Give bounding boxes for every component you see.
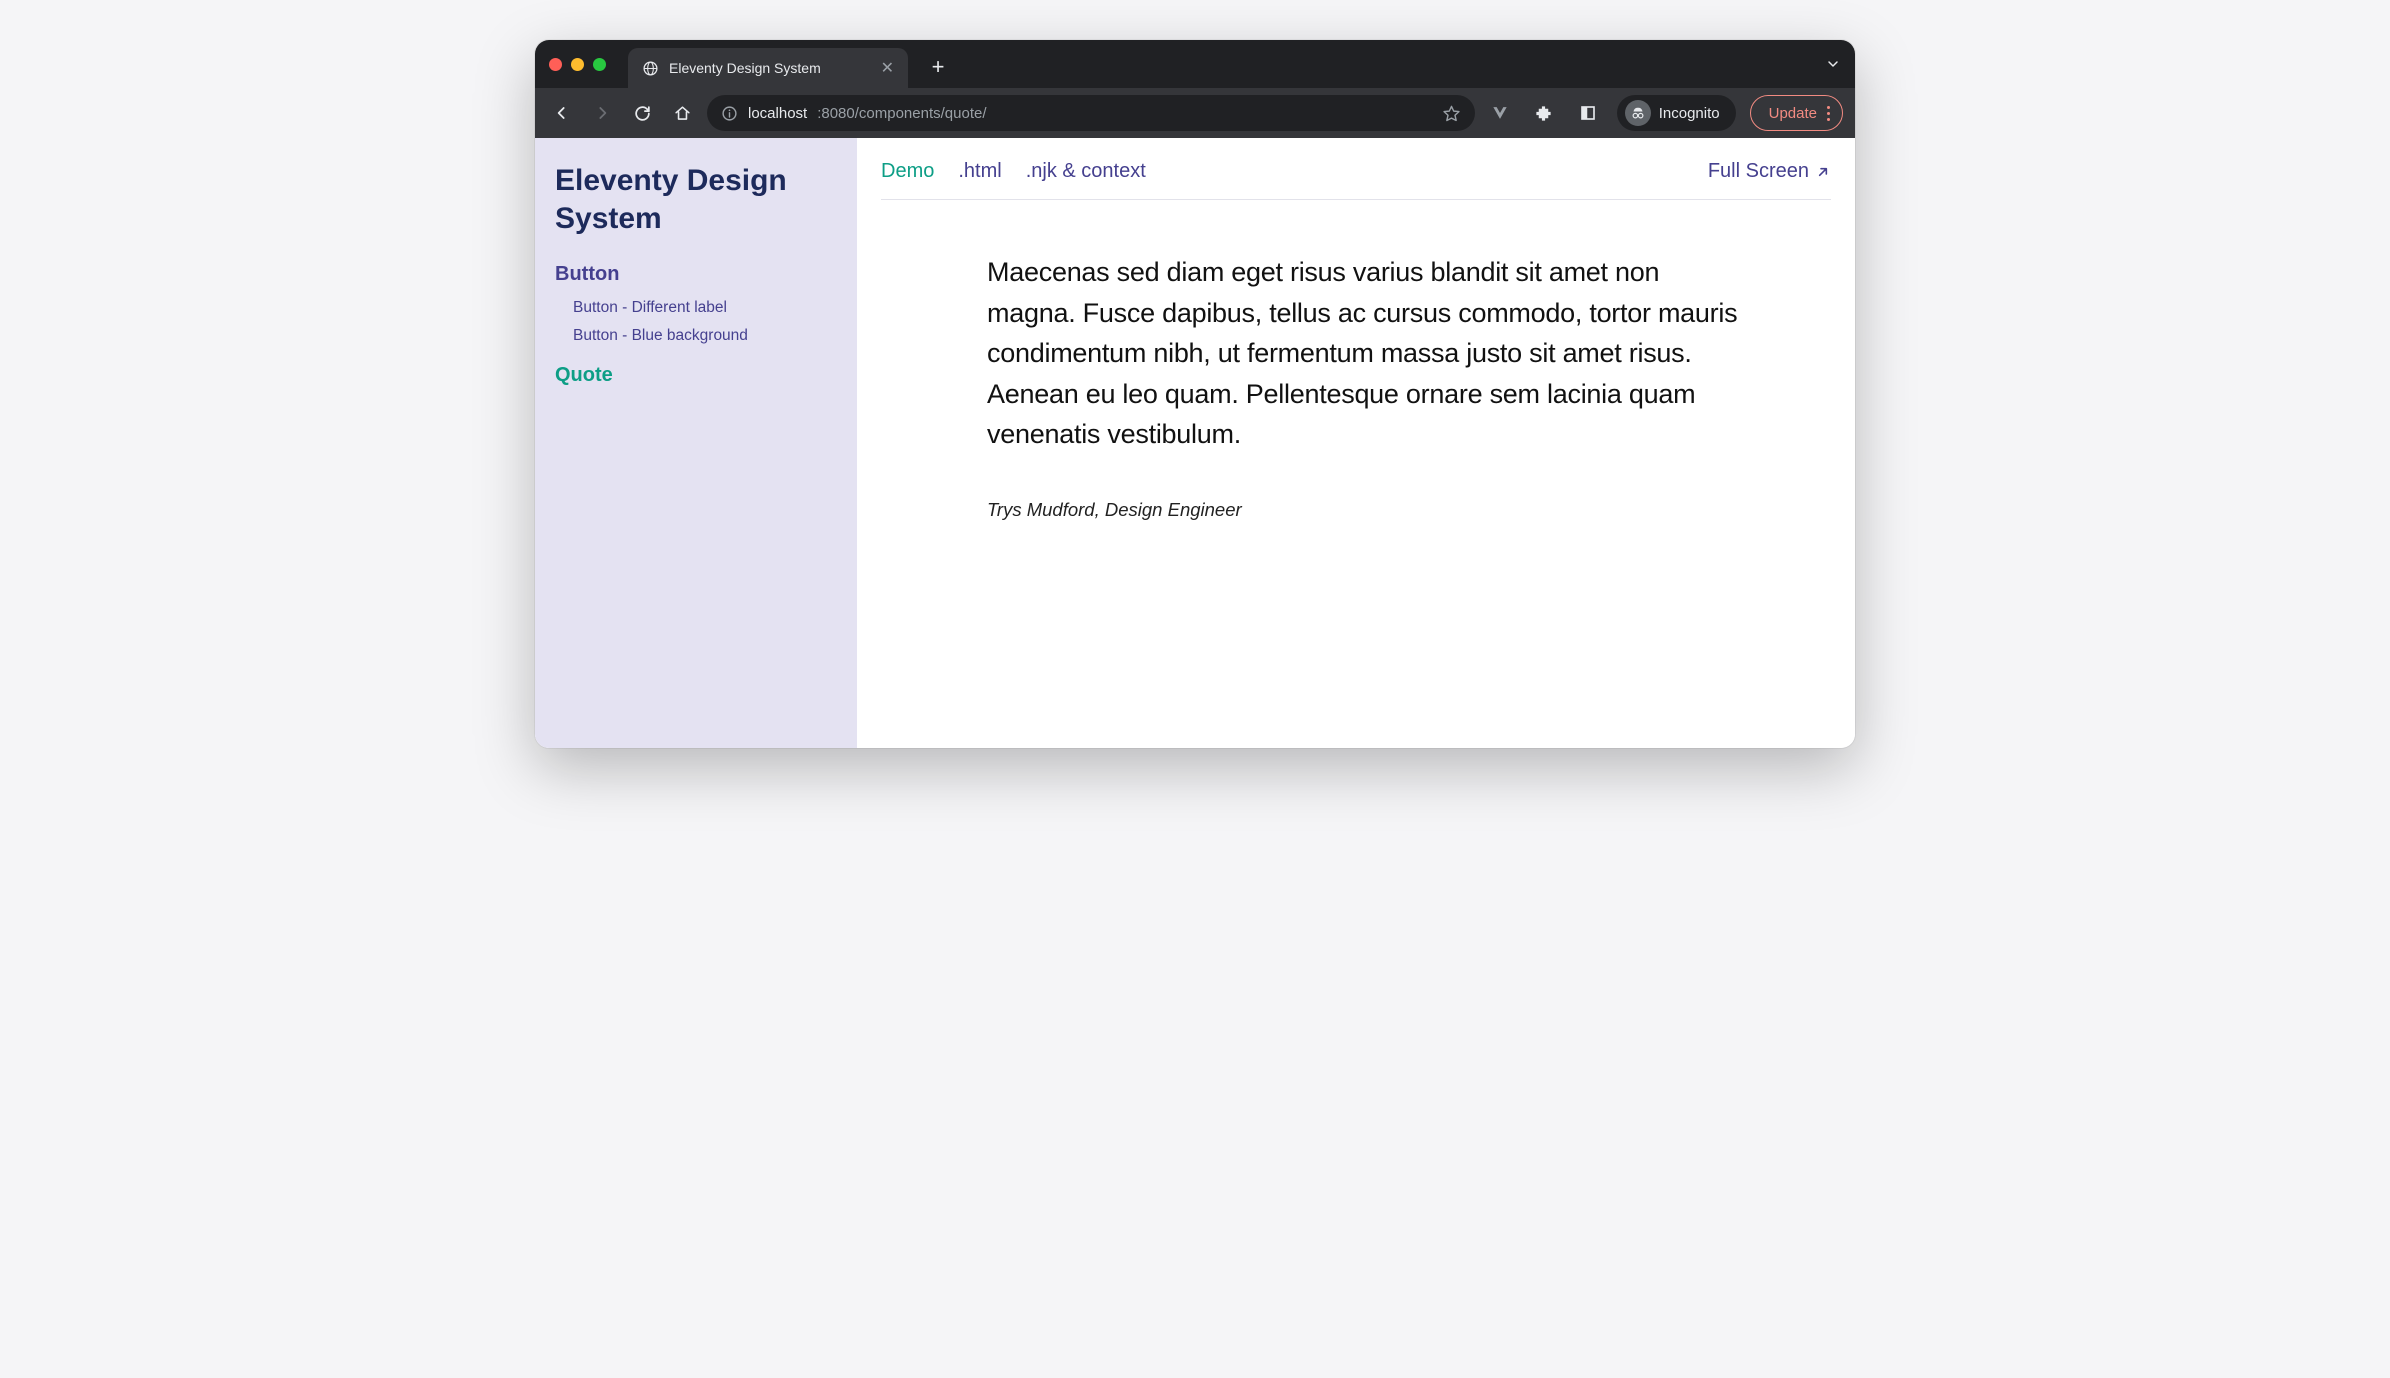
update-label: Update	[1769, 105, 1817, 122]
url-bar[interactable]: localhost :8080/components/quote/	[707, 95, 1475, 131]
sidebar-group-button: Button Button - Different label Button -…	[555, 263, 837, 350]
sidebar-item-quote[interactable]: Quote	[555, 364, 837, 387]
reload-button[interactable]	[627, 98, 657, 128]
sidebar-subitem-blue-background[interactable]: Button - Blue background	[555, 322, 837, 350]
toolbar: localhost :8080/components/quote/ Incogni…	[535, 88, 1855, 138]
sidebar: Eleventy Design System Button Button - D…	[535, 138, 857, 748]
quote-body: Maecenas sed diam eget risus varius blan…	[987, 252, 1747, 455]
home-button[interactable]	[667, 98, 697, 128]
toolbar-right-icons: Incognito Update	[1485, 95, 1843, 131]
url-host: localhost	[748, 105, 807, 122]
back-button[interactable]	[547, 98, 577, 128]
extension-vue-icon[interactable]	[1485, 98, 1515, 128]
minimize-window-button[interactable]	[571, 58, 584, 71]
external-link-icon	[1815, 164, 1831, 180]
browser-window: Eleventy Design System ✕ + localhost:808	[535, 40, 1855, 748]
close-window-button[interactable]	[549, 58, 562, 71]
maximize-window-button[interactable]	[593, 58, 606, 71]
tabs-overflow-button[interactable]	[1825, 56, 1841, 72]
browser-tab[interactable]: Eleventy Design System ✕	[628, 48, 908, 88]
incognito-chip[interactable]: Incognito	[1617, 95, 1736, 131]
extensions-button[interactable]	[1529, 98, 1559, 128]
close-tab-button[interactable]: ✕	[881, 58, 894, 78]
site-info-icon[interactable]	[721, 105, 738, 122]
bookmark-button[interactable]	[1442, 104, 1461, 123]
tab-title: Eleventy Design System	[669, 60, 871, 76]
new-tab-button[interactable]: +	[924, 54, 952, 80]
sidebar-subitem-different-label[interactable]: Button - Different label	[555, 294, 837, 322]
main-tabs: Demo .html .njk & context Full Screen	[881, 160, 1831, 200]
quote-citation: Trys Mudford, Design Engineer	[987, 499, 1747, 521]
sidebar-group-quote: Quote	[555, 364, 837, 387]
tab-demo[interactable]: Demo	[881, 160, 934, 183]
site-title[interactable]: Eleventy Design System	[555, 162, 837, 237]
devices-button[interactable]	[1573, 98, 1603, 128]
titlebar: Eleventy Design System ✕ +	[535, 40, 1855, 88]
incognito-icon	[1625, 100, 1651, 126]
update-button[interactable]: Update	[1750, 95, 1843, 131]
window-controls	[549, 58, 606, 71]
tab-html[interactable]: .html	[958, 160, 1001, 183]
tab-njk-context[interactable]: .njk & context	[1026, 160, 1146, 183]
menu-icon	[1827, 106, 1830, 121]
page-content: Eleventy Design System Button Button - D…	[535, 138, 1855, 748]
url-path: :8080/components/quote/	[817, 105, 986, 122]
globe-icon	[642, 60, 659, 77]
main-panel: Demo .html .njk & context Full Screen Ma…	[857, 138, 1855, 748]
incognito-label: Incognito	[1659, 105, 1720, 122]
full-screen-label: Full Screen	[1708, 160, 1809, 183]
quote-component: Maecenas sed diam eget risus varius blan…	[987, 252, 1747, 521]
forward-button[interactable]	[587, 98, 617, 128]
full-screen-link[interactable]: Full Screen	[1708, 160, 1831, 183]
sidebar-item-button[interactable]: Button	[555, 263, 837, 286]
